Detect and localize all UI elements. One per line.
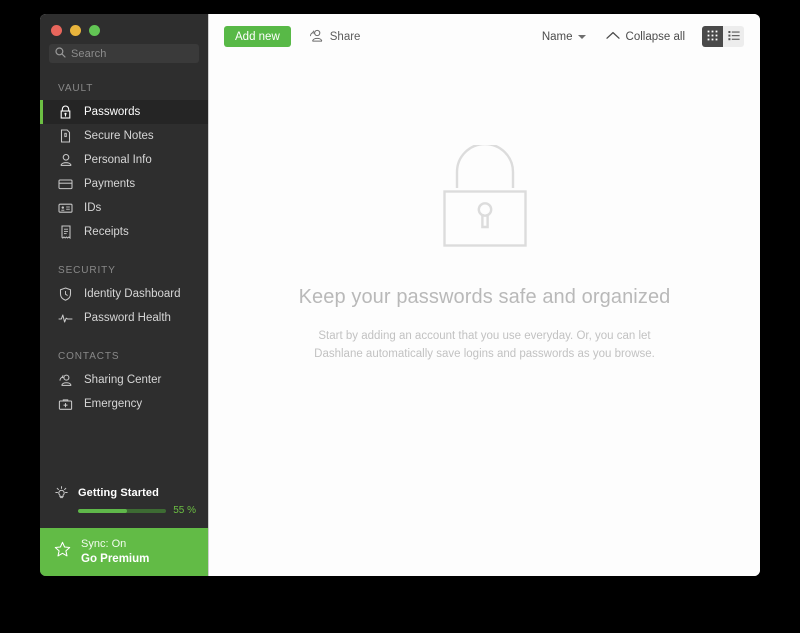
sidebar-item-emergency[interactable]: Emergency	[40, 392, 208, 416]
shield-icon	[58, 287, 73, 302]
grid-view-icon	[707, 28, 718, 46]
id-card-icon	[58, 201, 73, 216]
search-placeholder: Search	[71, 47, 107, 60]
chevron-up-icon	[605, 31, 620, 43]
sidebar-item-receipts[interactable]: Receipts	[40, 220, 208, 244]
grid-view-button[interactable]	[702, 26, 723, 47]
main-content: Add new Share Name Collapse all Keep you…	[208, 14, 760, 576]
padlock-icon	[435, 142, 535, 254]
list-view-icon	[727, 28, 740, 46]
share-label: Share	[329, 30, 361, 43]
sidebar-item-label: Receipts	[84, 226, 129, 238]
sidebar-item-identity-dashboard[interactable]: Identity Dashboard	[40, 282, 208, 306]
sidebar-item-label: Payments	[84, 178, 136, 190]
empty-state-subtitle-line2: Dashlane automatically save logins and p…	[314, 348, 655, 361]
sidebar-item-password-health[interactable]: Password Health	[40, 306, 208, 330]
progress-fill	[78, 508, 127, 513]
footer-text: Sync: On Go Premium	[81, 537, 149, 567]
empty-state-subtitle-line1: Start by adding an account that you use …	[318, 330, 651, 342]
sidebar-item-label: Emergency	[84, 398, 143, 410]
sidebar: Search VAULT Passwords Secure Notes Pers…	[40, 14, 208, 576]
share-button[interactable]: Share	[308, 28, 361, 46]
sidebar-item-sharing-center[interactable]: Sharing Center	[40, 368, 208, 392]
sidebar-item-label: Secure Notes	[84, 130, 154, 142]
section-label-vault: VAULT	[58, 83, 94, 94]
sidebar-item-personal-info[interactable]: Personal Info	[40, 148, 208, 172]
share-people-icon	[58, 373, 73, 388]
close-window-button[interactable]	[51, 24, 62, 36]
star-icon	[54, 541, 71, 563]
sync-status: Sync: On	[81, 537, 127, 550]
person-icon	[58, 153, 73, 168]
toolbar: Add new Share Name Collapse all	[209, 14, 760, 59]
search-container: Search	[40, 44, 208, 63]
credit-card-icon	[58, 177, 73, 192]
sidebar-item-label: Identity Dashboard	[84, 288, 181, 300]
sidebar-item-label: Sharing Center	[84, 374, 162, 386]
sort-label: Name	[541, 30, 573, 43]
getting-started-title: Getting Started	[78, 487, 159, 499]
receipt-icon	[58, 225, 73, 240]
sort-dropdown[interactable]: Name	[542, 31, 586, 43]
sidebar-item-label: Password Health	[84, 312, 171, 324]
getting-started-panel[interactable]: Getting Started 55 %	[40, 486, 208, 528]
empty-state-title: Keep your passwords safe and organized	[298, 286, 671, 308]
share-person-icon	[308, 28, 324, 46]
sidebar-item-label: Passwords	[84, 106, 141, 118]
list-view-button[interactable]	[723, 26, 744, 47]
getting-started-progress-row: 55 %	[78, 505, 196, 516]
app-window: Search VAULT Passwords Secure Notes Pers…	[40, 14, 760, 576]
search-input[interactable]: Search	[49, 44, 199, 63]
empty-state: Keep your passwords safe and organized S…	[209, 59, 760, 576]
sidebar-item-passwords[interactable]: Passwords	[40, 100, 208, 124]
lock-icon	[58, 105, 73, 120]
empty-state-subtitle: Start by adding an account that you use …	[314, 327, 655, 364]
go-premium-footer[interactable]: Sync: On Go Premium	[40, 528, 208, 576]
view-toggle-group	[702, 26, 744, 47]
collapse-all-button[interactable]: Collapse all	[605, 30, 685, 43]
sidebar-item-payments[interactable]: Payments	[40, 172, 208, 196]
pulse-icon	[58, 311, 73, 326]
minimize-window-button[interactable]	[70, 24, 81, 36]
sidebar-item-label: Personal Info	[84, 154, 152, 166]
note-icon	[58, 129, 73, 144]
section-label-security: SECURITY	[58, 265, 116, 276]
first-aid-kit-icon	[58, 397, 73, 412]
sidebar-item-ids[interactable]: IDs	[40, 196, 208, 220]
progress-track	[78, 508, 167, 513]
add-new-button[interactable]: Add new	[224, 26, 291, 47]
window-traffic-lights	[40, 14, 208, 46]
getting-started-body: Getting Started 55 %	[78, 486, 196, 516]
sidebar-item-label: IDs	[84, 202, 102, 214]
go-premium-label: Go Premium	[81, 552, 150, 565]
section-label-contacts: CONTACTS	[58, 351, 120, 362]
progress-label: 55 %	[173, 505, 196, 516]
collapse-all-label: Collapse all	[625, 30, 685, 43]
search-icon	[55, 45, 66, 63]
lightbulb-icon	[54, 486, 69, 507]
zoom-window-button[interactable]	[89, 24, 100, 36]
chevron-down-icon	[577, 34, 586, 39]
sidebar-item-secure-notes[interactable]: Secure Notes	[40, 124, 208, 148]
